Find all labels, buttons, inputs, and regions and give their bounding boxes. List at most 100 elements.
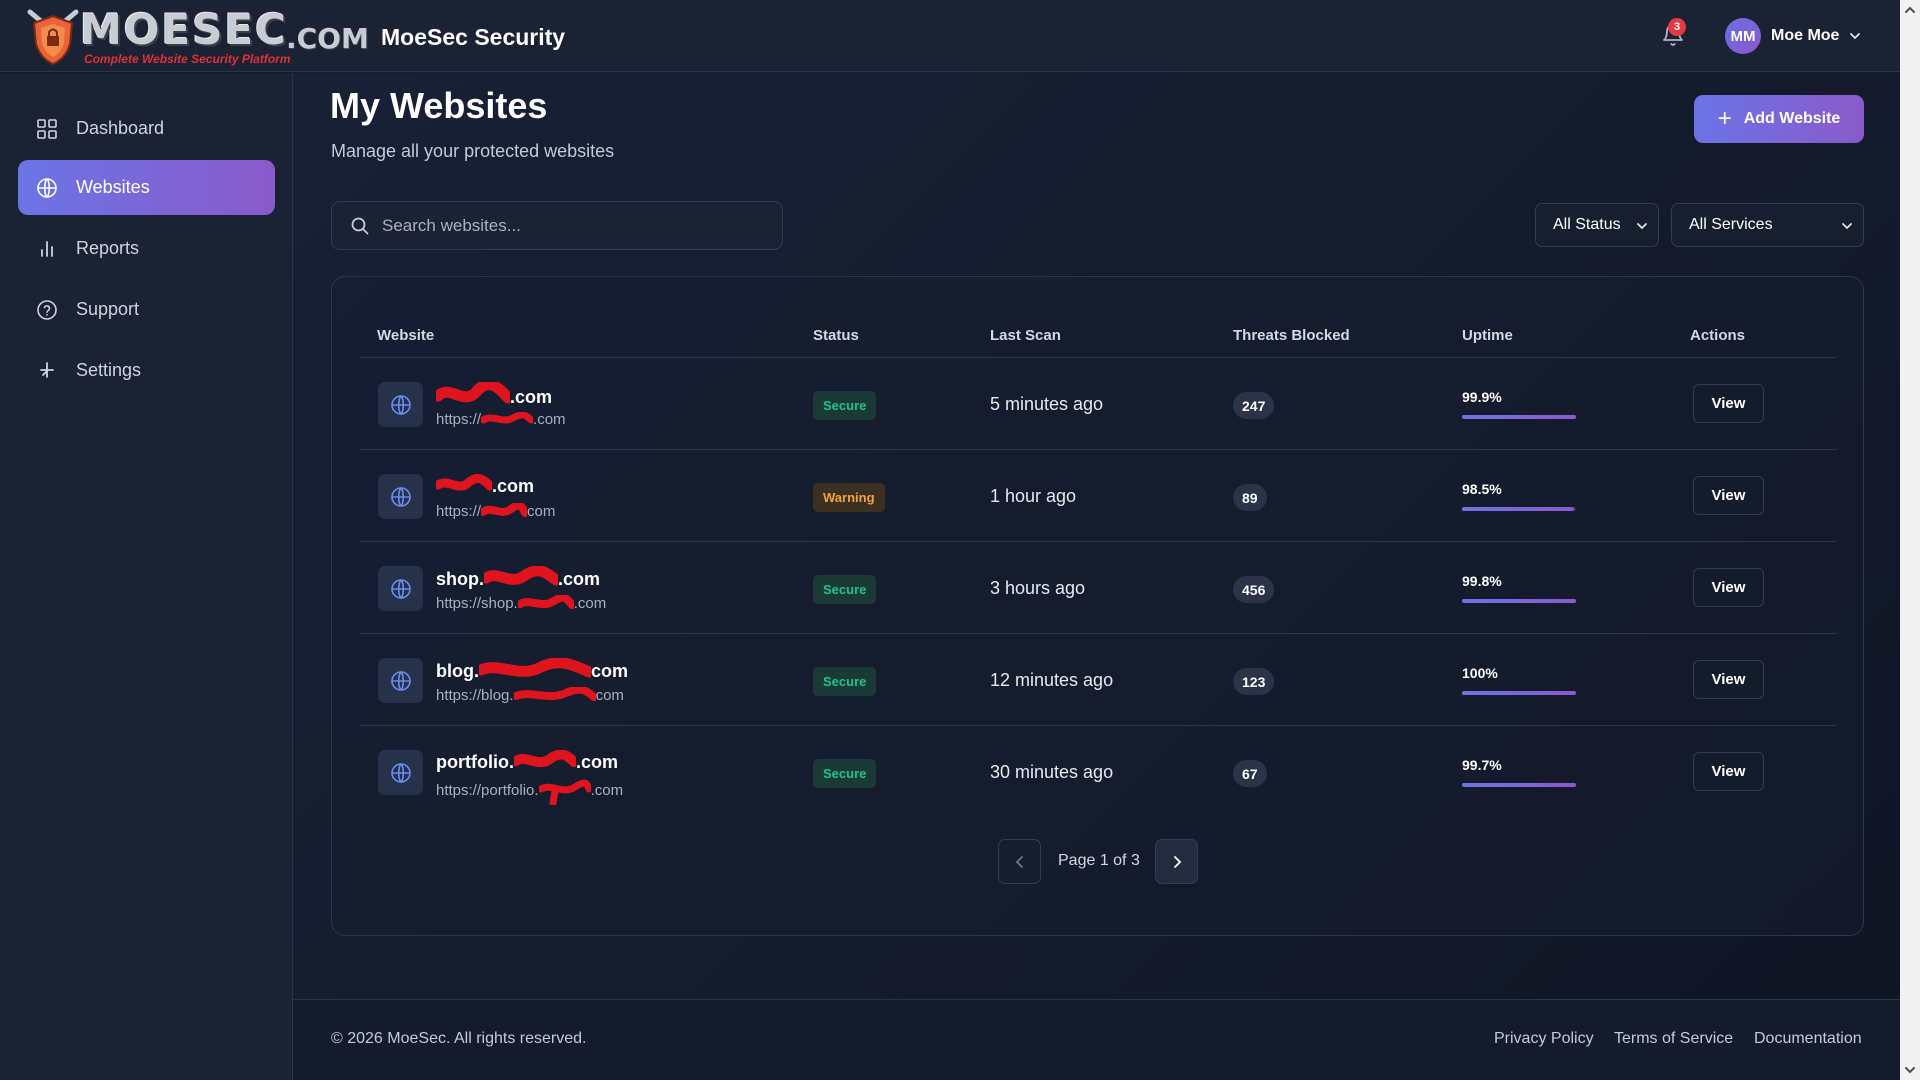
globe-icon (390, 670, 411, 691)
page-scrollbar[interactable] (1900, 0, 1920, 1080)
uptime-bar (1462, 507, 1576, 511)
view-button[interactable]: View (1693, 476, 1764, 515)
chevron-down-icon (1637, 223, 1647, 230)
user-menu[interactable]: MM Moe Moe (1725, 18, 1861, 54)
avatar: MM (1725, 18, 1761, 54)
table-row: shop. .com https://shop. .com Secure 3 hou… (360, 542, 1837, 634)
chevron-down-icon (1850, 33, 1861, 40)
globe-icon (390, 486, 411, 507)
uptime-bar-fill (1462, 691, 1576, 695)
view-button[interactable]: View (1693, 752, 1764, 791)
uptime-value: 99.7% (1462, 757, 1502, 773)
site-url: https://shop. .com (436, 593, 607, 612)
websites-table: Website Status Last Scan Threats Blocked… (331, 276, 1864, 936)
site-name-text: .com (510, 387, 553, 407)
column-header-status[interactable]: Status (813, 327, 859, 344)
redaction-scribble (480, 565, 562, 586)
globe-icon (390, 394, 411, 415)
site-name-text: blog. (436, 661, 479, 681)
site-url: https:// com (436, 501, 556, 520)
site-url-suffix: .com (590, 782, 624, 799)
search-box[interactable] (331, 201, 783, 250)
privacy-policy-link[interactable]: Privacy Policy (1494, 1030, 1594, 1048)
site-globe-badge (378, 474, 423, 519)
notification-count-badge: 3 (1668, 18, 1686, 36)
app-title: MoeSec Security (381, 24, 566, 50)
site-url: https://blog. com (436, 685, 624, 704)
documentation-link[interactable]: Documentation (1754, 1030, 1862, 1048)
site-name-text: .com (492, 476, 535, 496)
page-subtitle: Manage all your protected websites (331, 141, 615, 161)
globe-icon (390, 578, 411, 599)
site-name-text: portfolio. (436, 752, 514, 772)
site-globe-badge (378, 566, 423, 611)
site-globe-badge (378, 382, 423, 427)
threats-count: 67 (1233, 760, 1267, 787)
redaction-scribble (537, 779, 593, 807)
site-name-suffix: com (591, 661, 629, 681)
site-name-text: shop. (436, 569, 484, 589)
chevron-down-icon (1842, 223, 1852, 230)
threats-count: 89 (1233, 484, 1267, 511)
sidebar: Dashboard Websites Reports Support Setti… (0, 73, 293, 1080)
column-header-website[interactable]: Website (377, 327, 434, 344)
uptime-bar (1462, 783, 1576, 787)
site-url-suffix: com (527, 503, 556, 520)
column-header-last-scan[interactable]: Last Scan (990, 327, 1061, 344)
sidebar-item-websites[interactable]: Websites (18, 160, 275, 215)
terms-of-service-link[interactable]: Terms of Service (1614, 1030, 1733, 1048)
main-content: My Websites Manage all your protected we… (293, 73, 1900, 1080)
status-filter-select[interactable]: All Status (1535, 203, 1659, 247)
sidebar-item-dashboard[interactable]: Dashboard (18, 101, 275, 156)
site-url-prefix: https://portfolio. (436, 782, 539, 799)
table-row: blog. com https://blog. com Secure 12 minu… (360, 634, 1837, 726)
uptime-value: 100% (1462, 665, 1498, 681)
services-filter-select[interactable]: All Services (1671, 203, 1864, 247)
uptime-bar (1462, 415, 1576, 419)
sidebar-item-label: Settings (76, 360, 142, 380)
view-button[interactable]: View (1693, 384, 1764, 423)
column-header-uptime[interactable]: Uptime (1462, 327, 1513, 344)
threats-count: 123 (1233, 668, 1275, 695)
site-name[interactable]: .com (433, 473, 535, 497)
redaction-scribble (475, 657, 595, 678)
last-scan: 12 minutes ago (990, 670, 1114, 690)
threats-count: 247 (1233, 392, 1275, 419)
site-name[interactable]: shop. .com (436, 565, 600, 590)
scroll-up-arrow-icon[interactable] (1904, 5, 1916, 15)
add-website-button[interactable]: + Add Website (1694, 95, 1864, 143)
shield-logo-icon (27, 9, 79, 66)
redaction-scribble (515, 593, 576, 609)
scroll-down-arrow-icon[interactable] (1904, 1065, 1916, 1075)
site-name[interactable]: blog. com (436, 657, 629, 682)
site-url: https:// .com (436, 411, 566, 428)
next-page-button[interactable] (1155, 839, 1198, 884)
view-button[interactable]: View (1693, 568, 1764, 607)
sidebar-item-settings[interactable]: Settings (18, 343, 275, 398)
status-badge: Secure (813, 667, 877, 696)
uptime-bar (1462, 599, 1576, 603)
brand-logo[interactable]: MOESEC .COM Complete Website Security Pl… (24, 5, 369, 66)
site-url-prefix: https://blog. (436, 687, 514, 704)
page-indicator: Page 1 of 3 (1058, 852, 1140, 869)
logo-wordmark: MOESEC (80, 5, 288, 54)
site-name[interactable]: portfolio. .com (436, 749, 618, 773)
logo-domain-suffix: .COM (286, 22, 369, 55)
sidebar-item-reports[interactable]: Reports (18, 221, 275, 276)
site-url-suffix: .com (573, 595, 607, 612)
sidebar-item-label: Dashboard (76, 118, 165, 138)
column-header-threats-blocked[interactable]: Threats Blocked (1233, 327, 1350, 344)
sidebar-item-label: Support (76, 299, 140, 319)
view-button[interactable]: View (1693, 660, 1764, 699)
uptime-value: 99.8% (1462, 573, 1502, 589)
previous-page-button[interactable] (998, 839, 1041, 884)
sidebar-item-support[interactable]: Support (18, 282, 275, 337)
site-name[interactable]: .com (432, 379, 553, 408)
top-bar: MOESEC .COM Complete Website Security Pl… (0, 0, 1900, 72)
redaction-scribble (433, 473, 495, 491)
site-url-prefix: https:// (436, 503, 482, 520)
search-input[interactable] (382, 215, 762, 236)
grid-icon (37, 118, 57, 139)
uptime-bar-fill (1462, 783, 1576, 787)
uptime-bar (1462, 691, 1576, 695)
